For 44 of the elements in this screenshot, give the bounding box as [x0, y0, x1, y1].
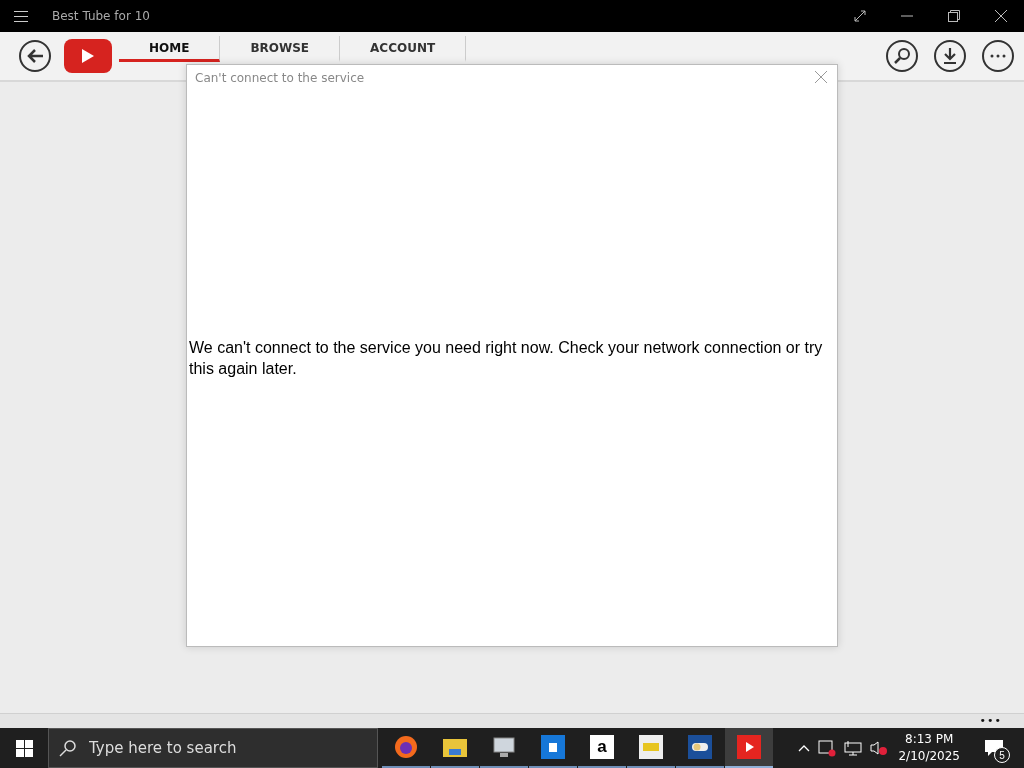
notifications-button[interactable]: 5: [984, 739, 1010, 763]
search-icon: [59, 739, 77, 757]
more-icon: [989, 54, 1007, 58]
sync-icon[interactable]: [818, 739, 837, 757]
nav-tab[interactable]: HOME: [119, 36, 221, 62]
search-input[interactable]: Type here to search: [87, 738, 351, 758]
play-icon: [737, 735, 761, 759]
more-button[interactable]: •••: [979, 714, 1002, 728]
back-arrow-icon: [26, 48, 44, 64]
clock[interactable]: 8:13 PM 2/10/2025: [898, 731, 960, 765]
network-icon[interactable]: [844, 740, 863, 756]
search-button[interactable]: [886, 40, 918, 72]
dialog-close-button[interactable]: [815, 71, 829, 85]
back-button[interactable]: [19, 40, 51, 72]
time-text: 8:13 PM: [905, 731, 954, 748]
expand-icon: [853, 10, 866, 22]
bag-icon: [541, 735, 565, 759]
download-button[interactable]: [934, 40, 966, 72]
search-field[interactable]: Type here to search: [48, 728, 378, 768]
more-button[interactable]: [982, 40, 1014, 72]
firefox-icon: [394, 735, 418, 759]
dialog-title: Can't connect to the service: [195, 71, 366, 85]
chevron-up-icon[interactable]: [798, 744, 811, 752]
download-icon: [942, 47, 958, 65]
notification-count: 5: [994, 747, 1010, 763]
taskbar-app[interactable]: a: [578, 728, 626, 768]
amazon-app-label: a: [590, 735, 614, 759]
nav-tab[interactable]: ACCOUNT: [340, 36, 467, 62]
date-text: 2/10/2025: [898, 748, 960, 765]
toggle-icon: [688, 735, 712, 759]
minimize-icon: [900, 15, 913, 17]
error-message: We can't connect to the service you need right now. Check your network connection or try this again later.: [189, 337, 824, 379]
close-icon: [994, 10, 1007, 22]
app-logo: [64, 39, 112, 73]
search-icon: [893, 47, 911, 65]
window-title: Best Tube for 10: [52, 9, 151, 23]
menu-icon[interactable]: [14, 10, 28, 22]
nav-tab[interactable]: BROWSE: [220, 36, 341, 62]
speaker-muted-icon[interactable]: [870, 740, 889, 756]
windows-logo-icon: [15, 739, 33, 757]
folder-icon: [443, 737, 467, 757]
tag-icon: [639, 735, 663, 759]
computer-icon: [492, 736, 516, 758]
restore-icon: [947, 10, 960, 22]
